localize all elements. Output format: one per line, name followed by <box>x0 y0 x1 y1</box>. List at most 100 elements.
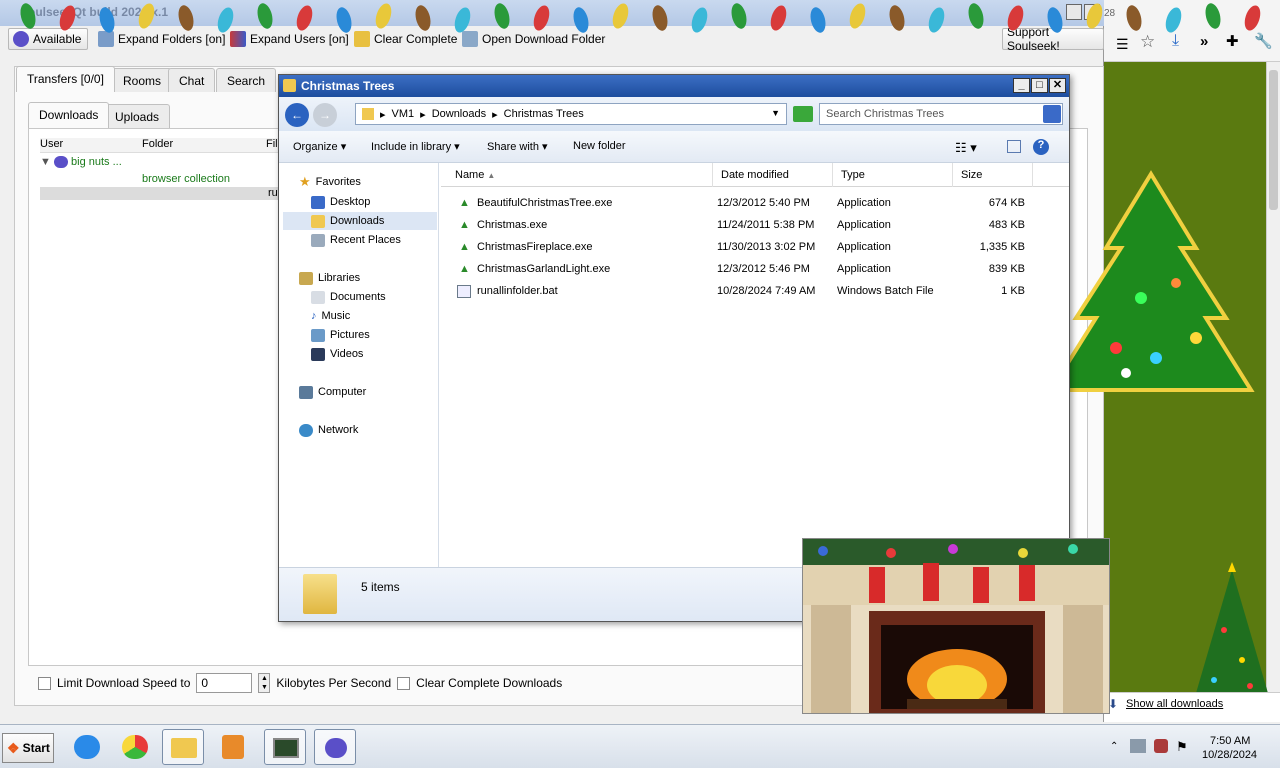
file-row[interactable]: ▲ BeautifulChristmasTree.exe 12/3/2012 5… <box>441 193 1069 215</box>
breadcrumb-downloads[interactable]: Downloads <box>432 108 486 120</box>
file-row[interactable]: ▲ ChristmasGarlandLight.exe 12/3/2012 5:… <box>441 259 1069 281</box>
close-icon[interactable] <box>1084 4 1100 20</box>
tab-chat[interactable]: Chat <box>168 68 216 92</box>
bookmark-star-icon[interactable]: ☆ <box>1140 32 1155 52</box>
tab-transfers[interactable]: Transfers [0/0] <box>16 66 115 92</box>
column-user[interactable]: User <box>40 138 63 150</box>
column-file[interactable]: Fil <box>266 138 278 150</box>
nav-pictures[interactable]: Pictures <box>311 326 370 344</box>
open-download-folder-button[interactable]: Open Download Folder <box>458 28 609 50</box>
nav-favorites[interactable]: ★ Favorites <box>299 173 361 191</box>
browser-tab-fragment[interactable]: 28 <box>1104 8 1115 19</box>
breadcrumb-christmas-trees[interactable]: Christmas Trees <box>504 108 584 120</box>
tab-rooms[interactable]: Rooms <box>112 68 173 92</box>
reader-icon[interactable]: ☰ <box>1116 36 1129 53</box>
file-row[interactable]: runallinfolder.bat 10/28/2024 7:49 AM Wi… <box>441 281 1069 303</box>
support-soulseek-button[interactable]: Support Soulseek! <box>1002 25 1104 53</box>
file-date: 12/3/2012 5:46 PM <box>717 263 810 275</box>
view-options-icon[interactable]: ☷ ▾ <box>955 140 977 156</box>
file-type: Application <box>837 197 891 209</box>
column-name[interactable]: Name ▲ <box>441 163 713 187</box>
file-row[interactable]: ▲ ChristmasFireplace.exe 11/30/2013 3:02… <box>441 237 1069 259</box>
download-folder-row[interactable]: browser collection <box>142 173 230 185</box>
column-type[interactable]: Type <box>833 163 953 187</box>
nav-libraries[interactable]: Libraries <box>299 269 360 287</box>
share-with-label: Share with <box>487 141 539 153</box>
soulseek-title-bar[interactable]: SoulseekQt build 2024.x.1 <box>0 0 1104 26</box>
nav-desktop[interactable]: Desktop <box>311 193 370 211</box>
extensions-icon[interactable]: ✚ <box>1226 32 1239 50</box>
refresh-icon[interactable] <box>793 106 813 122</box>
share-with-button[interactable]: Share with ▾ <box>487 140 548 153</box>
file-row[interactable]: ▲ Christmas.exe 11/24/2011 5:38 PM Appli… <box>441 215 1069 237</box>
fireplace-widget[interactable] <box>802 538 1110 714</box>
show-all-downloads-link[interactable]: Show all downloads <box>1126 698 1223 710</box>
column-name-label: Name <box>455 169 485 181</box>
nav-music[interactable]: ♪ Music <box>311 307 350 325</box>
clear-complete-button[interactable]: Clear Complete <box>350 28 461 50</box>
maximize-icon[interactable] <box>1066 4 1082 20</box>
download-icon[interactable]: ⤓ <box>1172 32 1179 50</box>
limit-speed-checkbox[interactable] <box>38 676 51 690</box>
scrollbar-thumb[interactable] <box>1269 70 1278 210</box>
start-button[interactable]: ❖ Start <box>2 733 54 763</box>
taskbar-chrome-icon[interactable] <box>114 729 156 765</box>
maximize-icon[interactable]: □ <box>1031 78 1048 93</box>
column-size[interactable]: Size <box>953 163 1033 187</box>
overflow-chevron-icon[interactable]: » <box>1200 33 1208 50</box>
clock-time[interactable]: 7:50 AM <box>1210 735 1250 747</box>
column-folder[interactable]: Folder <box>142 138 173 150</box>
explorer-title-bar[interactable]: Christmas Trees _ □ ✕ <box>279 75 1069 97</box>
nav-downloads[interactable]: Downloads <box>283 212 437 230</box>
clear-complete-checkbox[interactable] <box>397 676 411 690</box>
back-icon[interactable]: ← <box>285 103 309 127</box>
download-user-row[interactable]: ▼ big nuts ... <box>40 156 122 169</box>
network-tray-icon[interactable] <box>1130 739 1146 753</box>
subtab-uploads[interactable]: Uploads <box>104 104 171 128</box>
tray-expand-icon[interactable]: ⌃ <box>1110 741 1118 752</box>
nav-documents[interactable]: Documents <box>311 288 386 306</box>
wrench-icon[interactable]: 🔧 <box>1254 32 1273 50</box>
taskbar-explorer-icon[interactable] <box>162 729 204 765</box>
download-file-row[interactable]: ru <box>40 187 290 200</box>
speed-limit-input[interactable] <box>196 673 253 693</box>
search-icon[interactable] <box>1043 105 1061 123</box>
minimize-icon[interactable]: _ <box>1013 78 1030 93</box>
tab-search[interactable]: Search <box>216 68 277 92</box>
taskbar-soulseek-icon[interactable] <box>314 729 356 765</box>
volume-muted-icon[interactable] <box>1154 739 1168 753</box>
nav-favorites-label: Favorites <box>315 176 361 188</box>
nav-videos[interactable]: Videos <box>311 345 363 363</box>
chevron-down-icon[interactable]: ▼ <box>771 108 780 118</box>
taskbar-media-player-icon[interactable] <box>212 729 254 765</box>
include-in-library-button[interactable]: Include in library ▾ <box>371 140 460 153</box>
taskbar-monitor-icon[interactable] <box>264 729 306 765</box>
speed-stepper[interactable]: ▲ ▼ <box>258 673 271 693</box>
taskbar-ie-icon[interactable] <box>66 729 108 765</box>
expand-arrow-icon[interactable]: ▼ <box>40 156 51 168</box>
column-type-label: Type <box>841 169 865 181</box>
close-icon[interactable]: ✕ <box>1049 78 1066 93</box>
breadcrumb[interactable]: ▸ VM1 ▸ Downloads ▸ Christmas Trees ▼ <box>355 103 787 125</box>
breadcrumb-vm1[interactable]: VM1 <box>392 108 415 120</box>
organize-button[interactable]: Organize ▾ <box>293 140 346 153</box>
command-bar: Organize ▾ Include in library ▾ Share wi… <box>279 131 1069 163</box>
expand-folders-button[interactable]: Expand Folders [on] <box>94 28 229 50</box>
action-center-flag-icon[interactable]: ⚑ <box>1176 739 1188 755</box>
new-folder-button[interactable]: New folder <box>573 140 626 152</box>
subtab-downloads-label: Downloads <box>39 108 99 122</box>
search-placeholder: Search Christmas Trees <box>826 108 944 120</box>
preview-pane-icon[interactable] <box>1007 140 1021 153</box>
nav-network[interactable]: Network <box>299 421 358 439</box>
subtab-downloads[interactable]: Downloads <box>28 102 110 128</box>
forward-icon[interactable]: → <box>313 103 337 127</box>
help-icon[interactable]: ? <box>1033 139 1049 155</box>
column-date[interactable]: Date modified <box>713 163 833 187</box>
search-input[interactable]: Search Christmas Trees <box>819 103 1063 125</box>
clock-date[interactable]: 10/28/2024 <box>1202 749 1257 761</box>
status-button[interactable]: Available <box>8 28 88 50</box>
nav-computer[interactable]: Computer <box>299 383 366 401</box>
file-name: BeautifulChristmasTree.exe <box>477 197 613 209</box>
nav-recent-places[interactable]: Recent Places <box>311 231 401 249</box>
expand-users-button[interactable]: Expand Users [on] <box>226 28 353 50</box>
